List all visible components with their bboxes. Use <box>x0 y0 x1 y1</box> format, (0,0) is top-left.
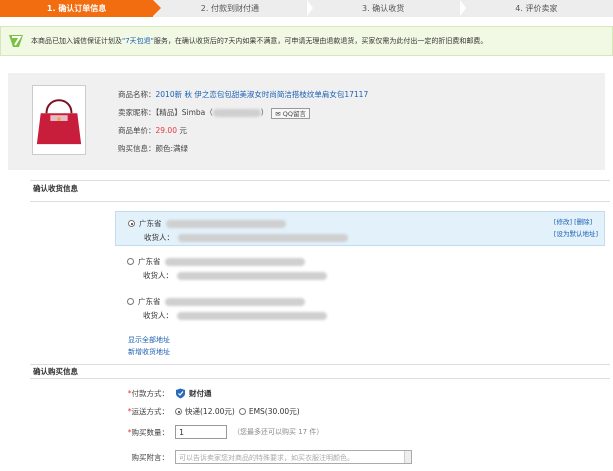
product-info: 商品名称：2010新 秋 伊之恋包包甜美淑女时尚简洁搭枝纹单肩女包17117 卖… <box>8 73 605 170</box>
quantity-row: *购买数量： 1 （您最多还可以购买 17 件） <box>115 425 323 439</box>
show-all-addresses-link[interactable]: 显示全部地址 <box>128 336 170 344</box>
step-pay: 2. 付款到财付通 <box>153 0 313 17</box>
price-value: 29.00 <box>155 126 177 135</box>
receiver-redacted <box>177 271 327 280</box>
tenpay-shield-icon <box>176 388 185 399</box>
divider <box>30 364 610 365</box>
address-redacted <box>164 297 305 306</box>
shipping-label: *运送方式： <box>127 407 169 416</box>
step-confirm-receipt: 3. 确认收货 <box>307 0 467 17</box>
payment-label: *付款方式： <box>127 389 169 398</box>
address-radio-1[interactable] <box>128 220 135 227</box>
qq-icon: ✉ <box>275 109 283 118</box>
address-radio-3[interactable] <box>127 298 134 305</box>
payment-method-row: *付款方式： 财付通 <box>115 388 212 399</box>
address-province: 广东省 <box>139 219 162 228</box>
product-image[interactable] <box>32 85 86 155</box>
edit-address-link[interactable]: [修改] <box>554 218 572 226</box>
address-section-title: 确认收货信息 <box>33 184 78 193</box>
address-links: 显示全部地址 新增收货地址 <box>128 334 170 358</box>
seller-id-redacted <box>212 109 261 117</box>
shipping-express-label[interactable]: 快递(12.00元) <box>185 406 235 417</box>
product-name-label: 商品名称： <box>118 90 156 99</box>
note-textarea[interactable]: 可以告诉卖家您对商品的特殊要求，如买衣服注明颜色。 <box>175 450 412 464</box>
guarantee-notice: 本商品已加入诚信保证计划及 "7天包退" 服务，在确认收货后的7天内如果不满意，… <box>0 26 613 56</box>
receiver-label: 收货人： <box>143 271 173 280</box>
address-actions: [修改] [删除] [设为默认地址] <box>554 216 598 240</box>
quantity-input[interactable]: 1 <box>175 425 227 439</box>
address-option-1[interactable]: 广东省 收货人： [修改] [删除] [设为默认地址] <box>115 211 605 246</box>
buy-info-label: 购买信息： <box>118 144 156 153</box>
shipping-method-row: *运送方式： 快递(12.00元) EMS(30.00元) <box>115 406 300 417</box>
seller-row: 卖家昵称：【精品】Simba（） ✉ QQ留言 <box>118 104 368 122</box>
delete-address-link[interactable]: [删除] <box>574 218 592 226</box>
seller-suffix: ） <box>260 108 269 117</box>
shipping-express-radio[interactable] <box>175 408 182 415</box>
address-option-3[interactable]: 广东省 收货人： <box>115 290 605 325</box>
notice-text-before: 本商品已加入诚信保证计划及 <box>31 37 122 45</box>
address-province: 广东省 <box>138 297 161 306</box>
product-name-row: 商品名称：2010新 秋 伊之恋包包甜美淑女时尚简洁搭枝纹单肩女包17117 <box>118 86 368 104</box>
set-default-address-link[interactable]: [设为默认地址] <box>554 230 598 238</box>
divider <box>30 201 610 202</box>
address-radio-2[interactable] <box>127 258 134 265</box>
divider <box>30 378 610 379</box>
seller-prefix: 【精品】Simba（ <box>155 108 213 117</box>
receiver-redacted <box>177 311 327 320</box>
note-row: 购买附言： 可以告诉卖家您对商品的特殊要求，如买衣服注明颜色。 <box>115 450 412 464</box>
seven-day-return-icon <box>9 35 23 47</box>
product-name-link[interactable]: 2010新 秋 伊之恋包包甜美淑女时尚简洁搭枝纹单肩女包17117 <box>156 90 369 99</box>
add-address-link[interactable]: 新增收货地址 <box>128 348 170 356</box>
address-redacted <box>164 257 305 266</box>
qq-message-button[interactable]: ✉ QQ留言 <box>271 107 311 119</box>
step-confirm-order: 1. 确认订单信息 <box>0 0 162 17</box>
note-placeholder: 可以告诉卖家您对商品的特殊要求，如买衣服注明颜色。 <box>179 454 354 462</box>
progress-steps: 1. 确认订单信息 2. 付款到财付通 3. 确认收货 4. 评价卖家 <box>0 0 613 17</box>
price-unit: 元 <box>179 126 187 135</box>
buy-info-value: 颜色:满绿 <box>155 144 189 153</box>
receiver-label: 收货人： <box>143 311 173 320</box>
seller-label: 卖家昵称： <box>118 108 156 117</box>
notice-text-after: 服务，在确认收货后的7天内如果不满意，可申请无理由退款退货，买家仅需为此付出一定… <box>153 37 488 45</box>
price-label: 商品单价： <box>118 126 156 135</box>
note-label: 购买附言： <box>131 452 170 462</box>
purchase-section-title: 确认购买信息 <box>33 367 78 376</box>
address-option-2[interactable]: 广东省 收货人： <box>115 250 605 285</box>
address-province: 广东省 <box>138 257 161 266</box>
quantity-tip: （您最多还可以购买 17 件） <box>233 428 324 436</box>
receiver-label: 收货人： <box>144 233 174 242</box>
qq-message-label: QQ留言 <box>282 109 307 118</box>
note-scrollbar[interactable] <box>404 451 411 463</box>
address-redacted <box>165 219 286 228</box>
payment-value: 财付通 <box>189 389 212 398</box>
shipping-ems-label[interactable]: EMS(30.00元) <box>249 406 300 417</box>
notice-highlight[interactable]: "7天包退" <box>122 36 154 46</box>
receiver-redacted <box>178 233 348 242</box>
quantity-label: *购买数量： <box>127 427 169 437</box>
buy-info-row: 购买信息：颜色:满绿 <box>118 140 368 158</box>
step-rate-seller: 4. 评价卖家 <box>515 4 558 13</box>
divider <box>30 180 610 181</box>
price-row: 商品单价：29.00 元 <box>118 122 368 140</box>
shipping-ems-radio[interactable] <box>238 408 246 415</box>
